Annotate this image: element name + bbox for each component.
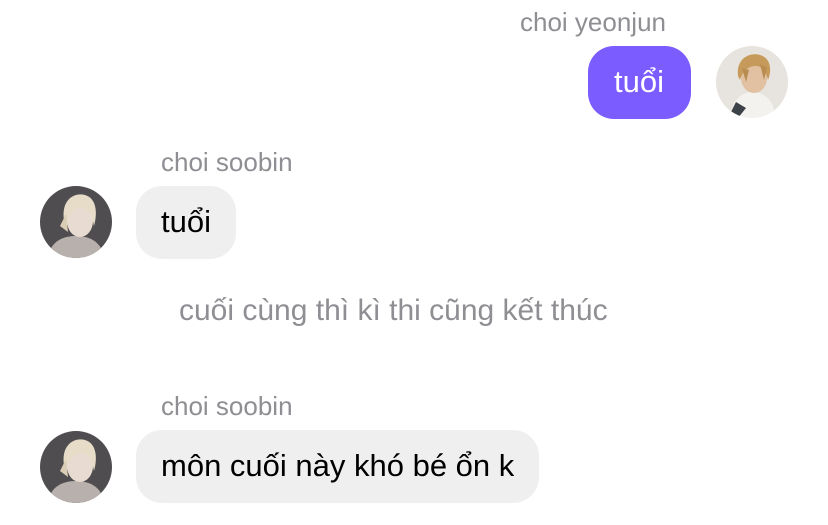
sender-name: choi soobin xyxy=(161,391,293,421)
sender-name: choi soobin xyxy=(161,147,293,177)
message-bubble-incoming[interactable]: môn cuối này khó bé ổn k xyxy=(136,430,540,503)
avatar-soobin[interactable] xyxy=(40,431,112,503)
system-notice: cuối cùng thì kì thi cũng kết thúc xyxy=(179,294,608,327)
avatar-photo xyxy=(40,186,112,258)
message-bubble-outgoing[interactable]: tuổi xyxy=(588,46,691,119)
sender-name: choi yeonjun xyxy=(520,7,666,37)
message-bubble-incoming[interactable]: tuổi xyxy=(136,186,236,259)
avatar-yeonjun[interactable] xyxy=(716,46,788,118)
avatar-photo xyxy=(716,46,788,118)
avatar-photo xyxy=(40,431,112,503)
avatar-soobin[interactable] xyxy=(40,186,112,258)
